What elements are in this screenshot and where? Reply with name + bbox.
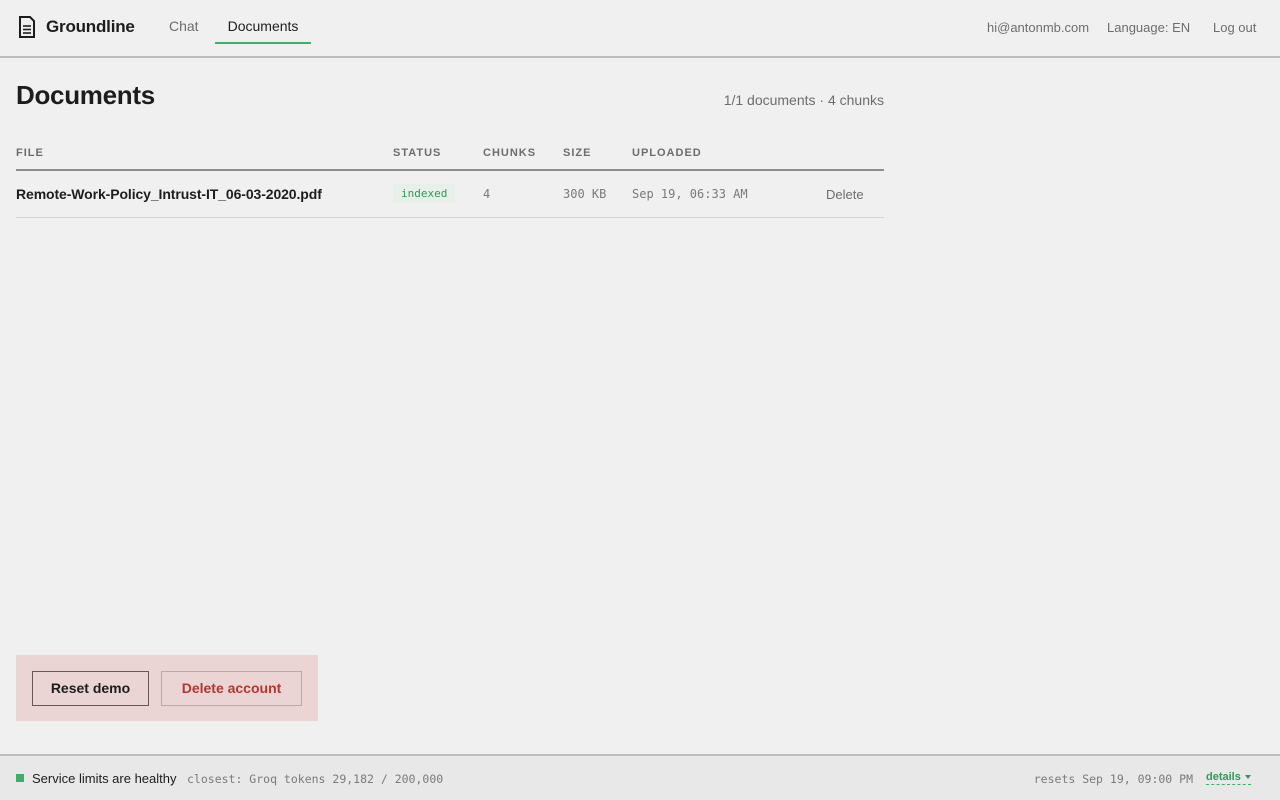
details-toggle[interactable]: details [1206,771,1251,785]
status-indicator-icon [16,774,24,782]
tab-documents[interactable]: Documents [215,0,311,44]
document-icon [19,16,35,38]
column-header-file: FILE [16,147,44,159]
delete-account-button[interactable]: Delete account [161,671,302,706]
brand-name: Groundline [46,17,135,36]
reset-demo-button[interactable]: Reset demo [32,671,149,706]
column-header-chunks: CHUNKS [483,147,537,159]
documents-table: FILE STATUS CHUNKS SIZE UPLOADED Remote-… [16,140,884,218]
chunk-count: 4 [483,187,491,201]
status-badge: indexed [393,184,456,203]
logout-button[interactable]: Log out [1213,20,1256,35]
documents-summary: 1/1 documents · 4 chunks [723,92,884,108]
language-selector[interactable]: Language: EN [1107,20,1190,35]
page-title: Documents [16,80,155,110]
reset-time-text: resets Sep 19, 09:00 PM [1033,772,1193,786]
top-navigation-bar: Groundline Chat Documents hi@antonmb.com… [0,0,1280,58]
file-size: 300 KB [563,187,607,201]
brand[interactable]: Groundline [18,16,135,38]
closest-limit-text: closest: Groq tokens 29,182 / 200,000 [187,772,444,786]
file-name: Remote-Work-Policy_Intrust-IT_06-03-2020… [16,186,322,202]
user-email: hi@antonmb.com [987,20,1090,35]
column-header-size: SIZE [563,147,592,159]
upload-time: Sep 19, 06:33 AM [632,187,748,201]
status-footer: Service limits are healthy closest: Groq… [0,754,1280,800]
column-header-uploaded: UPLOADED [632,147,702,159]
service-status-text: Service limits are healthy [32,771,177,786]
table-header: FILE STATUS CHUNKS SIZE UPLOADED [16,140,884,171]
details-label: details [1206,771,1241,783]
tab-chat[interactable]: Chat [169,0,199,44]
caret-down-icon [1244,775,1251,779]
danger-zone: Reset demo Delete account [16,655,318,721]
delete-document-button[interactable]: Delete [826,187,864,202]
column-header-status: STATUS [393,147,442,159]
table-row: Remote-Work-Policy_Intrust-IT_06-03-2020… [16,171,884,218]
